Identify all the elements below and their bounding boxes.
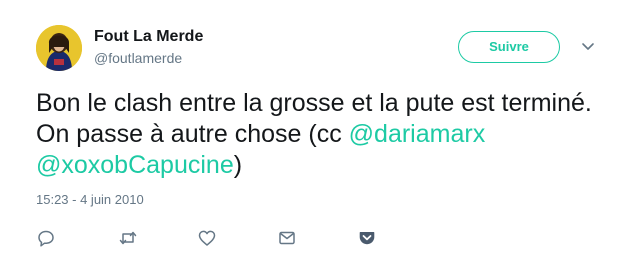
tweet-text-segment: Bon le clash entre la grosse et la pute … — [36, 89, 592, 148]
mention-link[interactable]: @xoxobCapucine — [36, 151, 234, 179]
like-icon[interactable] — [197, 228, 217, 248]
direct-message-icon[interactable] — [277, 228, 297, 248]
tweet-text-segment: ) — [233, 151, 243, 179]
author-avatar[interactable] — [36, 25, 82, 71]
retweet-icon[interactable] — [118, 228, 138, 248]
reply-icon[interactable] — [36, 228, 56, 248]
follow-button[interactable]: Suivre — [458, 31, 560, 63]
author-handle[interactable]: @foutlamerde — [94, 49, 182, 67]
mention-link[interactable]: @dariamarx — [349, 120, 486, 148]
tweet-text: Bon le clash entre la grosse et la pute … — [36, 88, 596, 181]
tweet-timestamp[interactable]: 15:23 - 4 juin 2010 — [36, 192, 144, 207]
pocket-icon[interactable] — [357, 228, 377, 248]
chevron-down-icon[interactable] — [580, 38, 596, 54]
author-name[interactable]: Fout La Merde — [94, 27, 203, 47]
